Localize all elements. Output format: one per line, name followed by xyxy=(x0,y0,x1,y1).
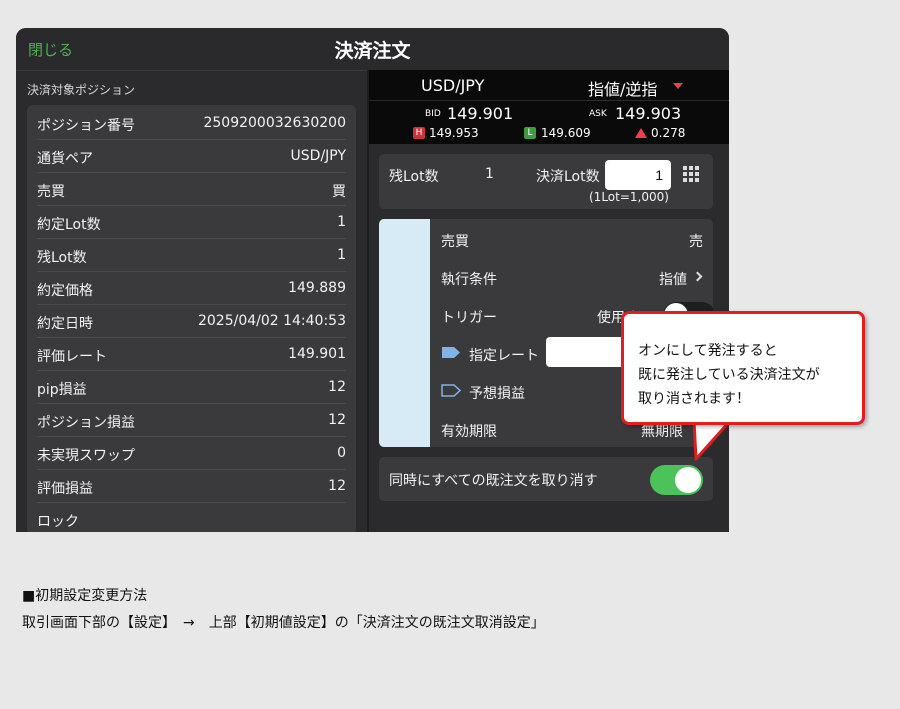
low-badge-icon: L xyxy=(524,127,536,139)
currency-pair: USD/JPY xyxy=(421,76,485,95)
remaining-lot-label: 残Lot数 xyxy=(389,169,439,185)
tag-outline-icon xyxy=(441,384,461,397)
position-row: 評価レート 149.901 xyxy=(37,338,346,371)
callout-tooltip: オンにして発注すると 既に発注している決済注文が 取り消されます！ xyxy=(621,311,865,425)
position-row: 評価損益 12 xyxy=(37,470,346,503)
position-row: ポジション番号 2509200032630200 xyxy=(37,107,346,140)
position-row: 約定Lot数 1 xyxy=(37,206,346,239)
position-row: 売買買 xyxy=(37,173,346,206)
callout-line: オンにして発注すると xyxy=(638,343,778,359)
position-row: ロック xyxy=(37,514,79,530)
title-bar: 閉じる 決済注文 xyxy=(16,28,729,70)
chevron-right-icon xyxy=(692,271,703,282)
position-header: 決済対象ポジション xyxy=(27,83,136,97)
condition-row[interactable]: 執行条件 指値 xyxy=(441,257,703,295)
toggle-knob xyxy=(675,467,701,493)
remaining-lot-value: 1 xyxy=(485,166,494,182)
cancel-all-label: 同時にすべての既注文を取り消す xyxy=(389,473,598,489)
price-change: 0.278 xyxy=(651,126,686,140)
sell-side-stripe xyxy=(379,219,430,447)
quote-divider xyxy=(369,100,729,101)
position-row: 残Lot数 1 xyxy=(37,239,346,272)
callout-tail xyxy=(692,421,732,461)
high-price: 149.953 xyxy=(429,126,479,140)
ask-label: ASK xyxy=(589,109,607,119)
lot-unit-note: (1Lot=1,000) xyxy=(589,190,669,204)
position-panel: 決済対象ポジション ポジション番号 2509200032630200 通貨ペア US… xyxy=(16,70,367,532)
lot-card: 残Lot数 1 決済Lot数 (1Lot=1,000) xyxy=(379,154,713,209)
position-row: pip損益 12 xyxy=(37,371,346,404)
low-price: 149.609 xyxy=(541,126,591,140)
cancel-all-toggle[interactable] xyxy=(650,465,703,495)
order-panel: USD/JPY 指値/逆指 BID 149.901 ASK 149.903 H … xyxy=(369,70,729,532)
side-row: 売買 売 xyxy=(441,234,703,250)
position-row: 未実現スワップ 0 xyxy=(37,437,346,470)
note-title: ■初期設定変更方法 xyxy=(22,588,148,604)
tag-filled-icon xyxy=(442,347,460,358)
callout-line: 既に発注している決済注文が xyxy=(638,367,820,383)
position-row: 約定価格 149.889 xyxy=(37,272,346,305)
position-details: ポジション番号 2509200032630200 通貨ペア USD/JPY 売買買 … xyxy=(27,105,356,532)
quote-board: USD/JPY 指値/逆指 BID 149.901 ASK 149.903 H … xyxy=(369,70,729,144)
keypad-icon[interactable] xyxy=(683,166,699,182)
bid-label: BID xyxy=(425,109,441,119)
settle-lot-label: 決済Lot数 xyxy=(536,169,600,185)
callout-line: 取り消されます！ xyxy=(638,391,750,407)
position-row: ポジション損益 12 xyxy=(37,404,346,437)
cancel-all-row: 同時にすべての既注文を取り消す xyxy=(379,457,713,501)
ask-price: 149.903 xyxy=(615,104,682,123)
position-row: 通貨ペア USD/JPY xyxy=(37,140,346,173)
note-body: 取引画面下部の【設定】 → 上部【初期値設定】の「決済注文の既注文取消設定」 xyxy=(22,615,545,631)
caret-down-icon[interactable] xyxy=(673,83,683,89)
page-title: 決済注文 xyxy=(334,40,411,62)
high-badge-icon: H xyxy=(413,127,425,139)
up-triangle-icon xyxy=(635,128,647,138)
position-row: 約定日時 2025/04/02 14:40:53 xyxy=(37,305,346,338)
bid-price: 149.901 xyxy=(447,104,514,123)
order-window: 閉じる 決済注文 決済対象ポジション ポジション番号 25092000326302… xyxy=(16,28,729,532)
settle-lot-input[interactable] xyxy=(605,160,671,190)
order-type-select[interactable]: 指値/逆指 xyxy=(588,76,657,100)
